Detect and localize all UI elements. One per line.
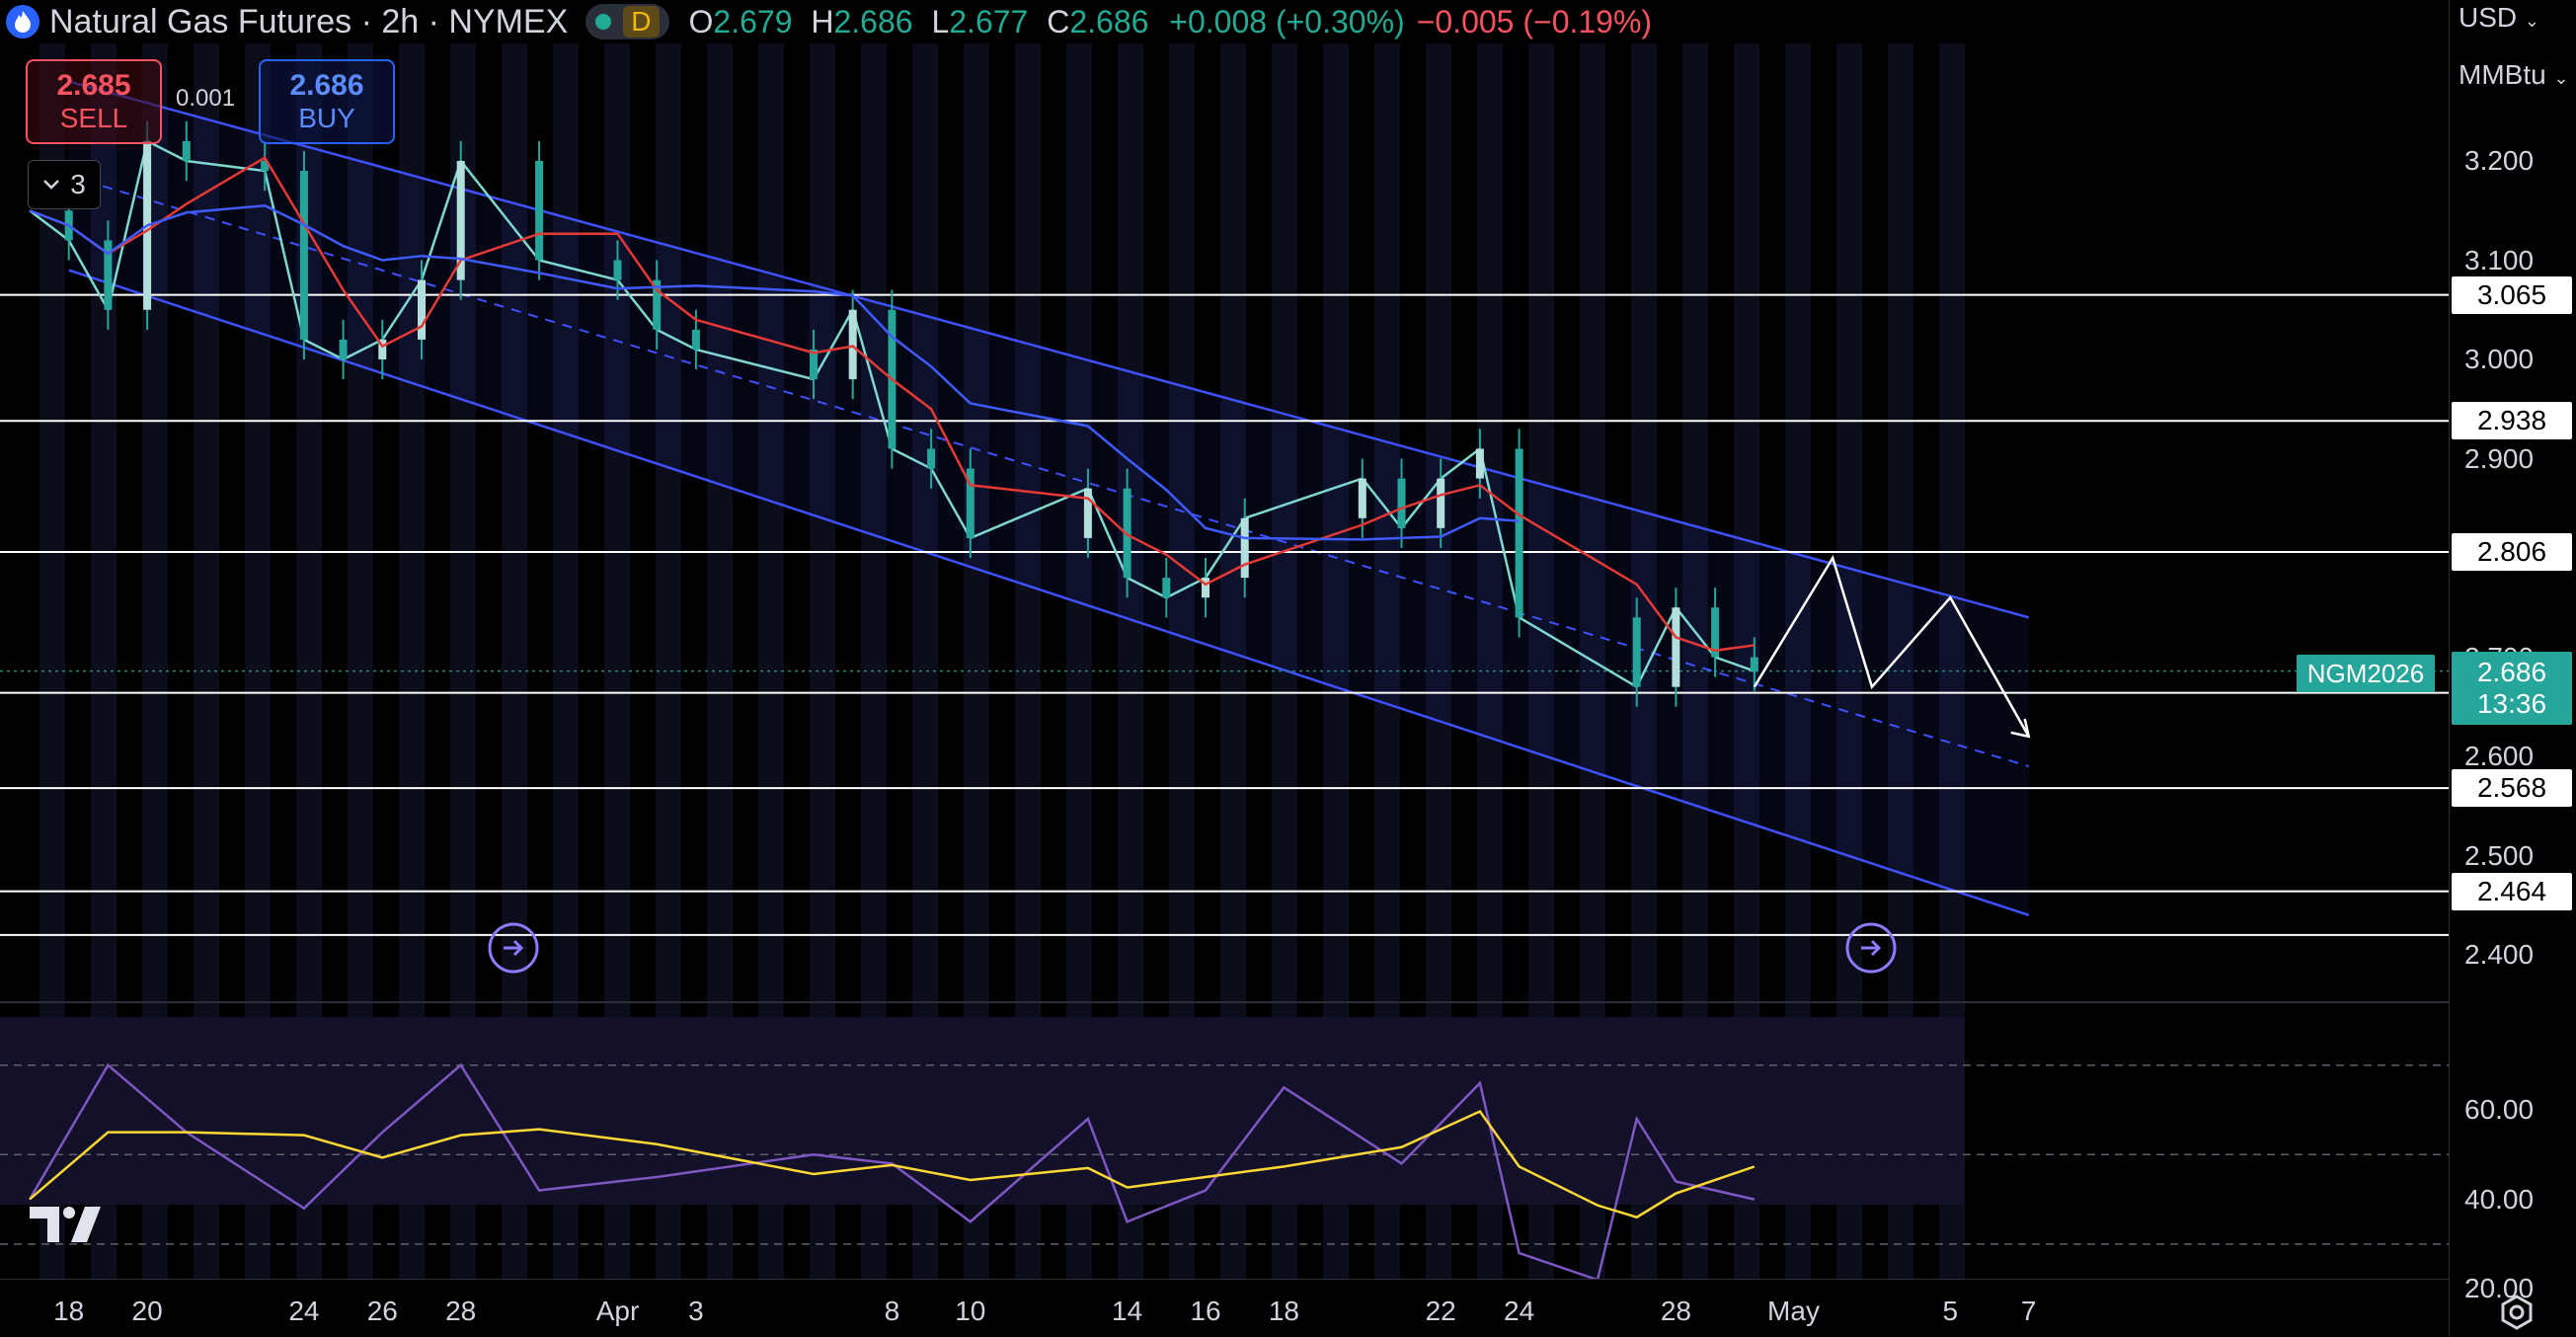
candle-body [927, 448, 936, 469]
rsi-band-fill [0, 1017, 1965, 1205]
level-price-label: 2.568 [2452, 769, 2572, 808]
candle-body [1672, 607, 1680, 687]
ohlc-values: O2.679 H2.686 L2.677 C2.686 +0.008 (+0.3… [688, 3, 1405, 39]
chevron-down-icon: ⌄ [2553, 68, 2569, 88]
candle-body [1083, 488, 1092, 538]
indicators-toggle[interactable]: 3 [28, 160, 101, 209]
candle-body [535, 161, 544, 261]
price-tick-label: 2.900 [2464, 442, 2535, 474]
buy-price: 2.686 [289, 69, 364, 102]
price-tick-label: 3.200 [2464, 145, 2535, 176]
time-tick-label: 22 [1425, 1296, 1456, 1326]
change-value: +0.008 (+0.30%) [1169, 3, 1405, 39]
spread-value: 0.001 [176, 85, 236, 112]
candle-body [1475, 448, 1484, 479]
sell-label: SELL [59, 103, 128, 133]
buy-label: BUY [298, 103, 355, 133]
delay-flag: D [623, 6, 660, 38]
currency-selector[interactable]: USD ⌄ [2459, 2, 2539, 34]
chart-canvas[interactable] [0, 0, 2576, 1336]
chevron-down-icon [43, 180, 60, 190]
candle-body [182, 140, 191, 161]
flame-icon [6, 5, 39, 39]
sell-price: 2.685 [56, 69, 131, 102]
time-tick-label: 3 [688, 1296, 704, 1326]
settings-gear-icon[interactable] [2498, 1294, 2536, 1331]
candle-body [1437, 478, 1445, 528]
price-tick-label: 2.600 [2464, 741, 2535, 771]
level-price-label: 2.938 [2452, 402, 2572, 440]
tradingview-logo[interactable] [30, 1203, 109, 1246]
candle-body [1397, 478, 1406, 528]
rsi-tick-label: 60.00 [2464, 1094, 2535, 1125]
candle-body [613, 260, 622, 280]
sell-button[interactable]: 2.685 SELL [26, 59, 162, 144]
candle-body [848, 309, 857, 380]
candle-body [418, 279, 426, 340]
level-price-label: 3.065 [2452, 275, 2572, 314]
rsi-tick-label: 40.00 [2464, 1183, 2535, 1215]
indicator-count: 3 [70, 169, 86, 199]
current-price: 2.686 [2476, 657, 2547, 687]
symbol-title[interactable]: Natural Gas Futures · 2h · NYMEX [49, 3, 568, 41]
candle-body [1240, 517, 1249, 579]
time-tick-label: 24 [288, 1296, 320, 1326]
buy-button[interactable]: 2.686 BUY [259, 59, 395, 144]
symbol-tag: NGM2026 [2297, 655, 2435, 692]
time-tick-label: 5 [1942, 1296, 1959, 1326]
time-tick-label: 8 [884, 1296, 900, 1326]
chart-header: Natural Gas Futures · 2h · NYMEX D O2.67… [0, 0, 1652, 43]
candle-body [691, 329, 700, 350]
candle-body [1632, 617, 1641, 687]
price-tick-label: 3.000 [2464, 344, 2535, 374]
time-tick-label: 20 [131, 1296, 163, 1326]
candle-body [1358, 478, 1366, 518]
candle-body [1515, 448, 1523, 618]
time-tick-label: 16 [1190, 1296, 1221, 1326]
time-tick-label: 18 [53, 1296, 85, 1326]
time-tick-label: 14 [1112, 1296, 1143, 1326]
market-open-dot [595, 14, 612, 30]
price-tick-label: 2.400 [2464, 939, 2535, 970]
price-tick-label: 2.500 [2464, 839, 2535, 871]
time-tick-label: Apr [595, 1296, 640, 1326]
chevron-down-icon: ⌄ [2524, 11, 2539, 31]
time-tick-label: 28 [445, 1296, 477, 1326]
time-tick-label: May [1767, 1296, 1820, 1326]
candle-body [299, 171, 308, 340]
level-price-label: 2.464 [2452, 872, 2572, 910]
candle-body [1162, 578, 1171, 598]
change-secondary: −0.005 (−0.19%) [1416, 3, 1653, 39]
price-tick-label: 3.100 [2464, 244, 2535, 275]
unit-selector[interactable]: MMBtu ⌄ [2459, 59, 2569, 91]
bar-countdown: 13:36 [2476, 688, 2547, 719]
candle-body [1750, 657, 1758, 671]
time-tick-label: 7 [2020, 1296, 2037, 1326]
candle-body [339, 339, 348, 359]
time-tick-label: 10 [955, 1296, 986, 1326]
time-tick-label: 24 [1504, 1296, 1535, 1326]
market-status[interactable]: D [585, 4, 669, 39]
time-tick-label: 18 [1268, 1296, 1299, 1326]
level-price-label: 2.806 [2452, 532, 2572, 571]
time-tick-label: 26 [366, 1296, 398, 1326]
time-tick-label: 28 [1660, 1296, 1691, 1326]
current-price-label: 2.686 13:36 [2452, 652, 2572, 725]
